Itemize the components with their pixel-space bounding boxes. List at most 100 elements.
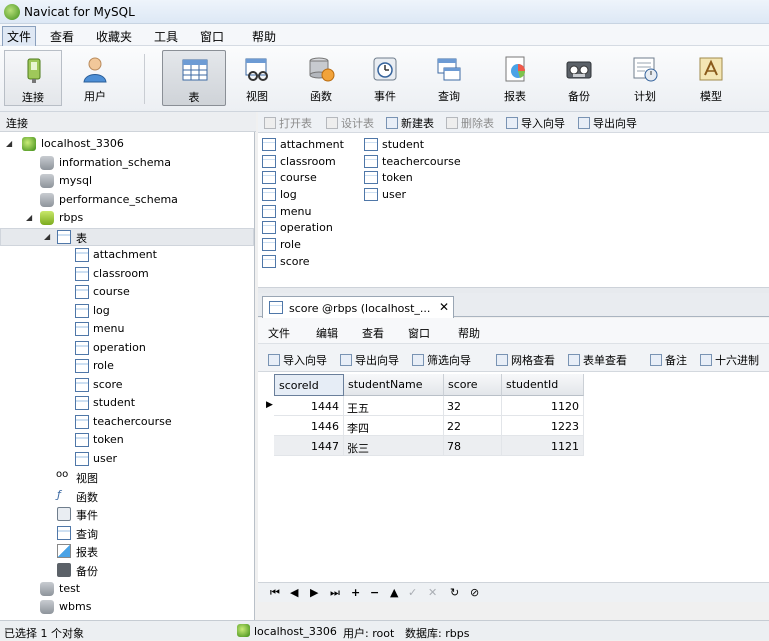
delete-record-icon[interactable]: − — [370, 586, 379, 599]
backup-button[interactable]: 备份 — [550, 50, 608, 106]
function-button[interactable]: 函数 — [292, 50, 350, 106]
stop-icon[interactable]: ⊘ — [470, 586, 479, 599]
tree-table-item[interactable]: score — [0, 376, 250, 394]
column-header-scoreId[interactable]: scoreId — [274, 374, 344, 396]
last-record-icon[interactable]: ⏭ — [330, 586, 340, 600]
column-header-score[interactable]: score — [444, 374, 502, 396]
add-record-icon[interactable]: + — [351, 586, 360, 599]
collapse-icon[interactable]: ◢ — [6, 139, 12, 148]
delete-table-button[interactable]: 删除表 — [446, 115, 494, 131]
tree-functions-node[interactable]: ƒ 函数 — [0, 487, 250, 505]
tree-views-node[interactable]: oo 视图 — [0, 468, 250, 486]
new-table-button[interactable]: 新建表 — [386, 115, 434, 131]
user-button[interactable]: 用户 — [66, 50, 124, 106]
table-icon — [75, 341, 89, 355]
tree-table-item[interactable]: course — [0, 283, 250, 301]
tree-table-item[interactable]: classroom — [0, 265, 250, 283]
editor-menu-window[interactable]: 窗口 — [408, 325, 430, 341]
collapse-icon[interactable]: ◢ — [44, 232, 50, 241]
connection-tree[interactable]: ◢ localhost_3306 information_schema mysq… — [0, 132, 255, 620]
tree-table-item[interactable]: token — [0, 431, 250, 449]
tree-table-item[interactable]: student — [0, 394, 250, 412]
tree-table-item[interactable]: attachment — [0, 246, 250, 264]
tree-table-item[interactable]: role — [0, 357, 250, 375]
table-cell[interactable]: 1444 — [274, 396, 344, 416]
database-status: 数据库: rbps — [405, 627, 470, 640]
view-icon: oo — [56, 469, 69, 480]
menu-favorites[interactable]: 收藏夹 — [96, 28, 132, 45]
tree-database[interactable]: information_schema — [0, 154, 250, 172]
menu-window[interactable]: 窗口 — [200, 28, 224, 45]
table-cell[interactable]: 1446 — [274, 416, 344, 436]
query-button[interactable]: 查询 — [420, 50, 478, 106]
view-button[interactable]: 视图 — [228, 50, 286, 106]
tree-table-item[interactable]: log — [0, 302, 250, 320]
connect-button[interactable]: 连接 — [4, 50, 62, 106]
export-wizard-button[interactable]: 导出向导 — [578, 115, 637, 131]
column-header-studentName[interactable]: studentName — [344, 374, 444, 396]
menu-view[interactable]: 查看 — [50, 28, 74, 45]
tree-reports-node[interactable]: 报表 — [0, 542, 250, 560]
editor-menu-file[interactable]: 文件 — [268, 325, 290, 341]
menu-tools[interactable]: 工具 — [154, 28, 178, 45]
tree-database-rbps[interactable]: ◢ rbps — [0, 209, 250, 227]
refresh-icon[interactable]: ↻ — [450, 586, 459, 599]
close-tab-icon[interactable]: ✕ — [439, 300, 449, 314]
tree-tables-node[interactable]: ◢ 表 — [0, 228, 250, 246]
tree-database[interactable]: performance_schema — [0, 191, 250, 209]
tree-table-item[interactable]: teachercourse — [0, 413, 250, 431]
table-cell[interactable]: 1120 — [502, 396, 584, 416]
data-grid[interactable]: scoreId studentName score studentId ▶ 14… — [258, 372, 769, 582]
apply-changes-icon[interactable]: ✓ — [408, 586, 417, 599]
import-wizard-button[interactable]: 导入向导 — [268, 352, 327, 368]
grid-view-button[interactable]: 网格查看 — [496, 352, 555, 368]
form-view-button[interactable]: 表单查看 — [568, 352, 627, 368]
open-table-button[interactable]: 打开表 — [264, 115, 312, 131]
menu-file[interactable]: 文件 — [2, 26, 37, 47]
model-button[interactable]: 模型 — [682, 50, 740, 106]
tree-table-item[interactable]: menu — [0, 320, 250, 338]
design-table-button[interactable]: 设计表 — [326, 115, 374, 131]
tree-table-item[interactable]: user — [0, 450, 250, 468]
memo-button[interactable]: 备注 — [650, 352, 687, 368]
tree-table-item[interactable]: operation — [0, 339, 250, 357]
table-cell[interactable]: 王五 — [344, 396, 444, 416]
first-record-icon[interactable]: ⏮ — [270, 586, 280, 600]
editor-menu-edit[interactable]: 编辑 — [316, 325, 338, 341]
tree-database[interactable]: test — [0, 580, 250, 598]
hex-button[interactable]: 十六进制 — [700, 352, 759, 368]
table-cell[interactable]: 张三 — [344, 436, 444, 456]
tree-connection[interactable]: ◢ localhost_3306 — [0, 135, 250, 153]
table-icon — [75, 285, 89, 299]
table-cell[interactable]: 1447 — [274, 436, 344, 456]
filter-wizard-button[interactable]: 筛选向导 — [412, 352, 471, 368]
tab-score-table[interactable]: score @rbps (localhost_... ✕ — [262, 296, 454, 318]
table-cell[interactable]: 22 — [444, 416, 502, 436]
table-cell[interactable]: 78 — [444, 436, 502, 456]
menu-help[interactable]: 帮助 — [252, 28, 276, 45]
tree-events-node[interactable]: 事件 — [0, 505, 250, 523]
tree-database[interactable]: wbms — [0, 598, 250, 616]
previous-record-icon[interactable]: ◀ — [290, 586, 298, 599]
table-cell[interactable]: 1121 — [502, 436, 584, 456]
next-record-icon[interactable]: ▶ — [310, 586, 318, 599]
collapse-icon[interactable]: ◢ — [26, 213, 32, 222]
tree-backups-node[interactable]: 备份 — [0, 561, 250, 579]
import-wizard-button[interactable]: 导入向导 — [506, 115, 565, 131]
view-icon — [245, 58, 268, 81]
tree-queries-node[interactable]: 查询 — [0, 524, 250, 542]
discard-changes-icon[interactable]: ✕ — [428, 586, 437, 599]
table-cell[interactable]: 32 — [444, 396, 502, 416]
report-button[interactable]: 报表 — [486, 50, 544, 106]
table-cell[interactable]: 李四 — [344, 416, 444, 436]
event-button[interactable]: 事件 — [356, 50, 414, 106]
schedule-button[interactable]: 计划 — [616, 50, 674, 106]
editor-menu-help[interactable]: 帮助 — [458, 325, 480, 341]
table-button[interactable]: 表 — [162, 50, 226, 106]
editor-menu-view[interactable]: 查看 — [362, 325, 384, 341]
export-wizard-button[interactable]: 导出向导 — [340, 352, 399, 368]
column-header-studentId[interactable]: studentId — [502, 374, 584, 396]
move-up-icon[interactable]: ▲ — [390, 586, 398, 599]
table-cell[interactable]: 1223 — [502, 416, 584, 436]
tree-database[interactable]: mysql — [0, 172, 250, 190]
